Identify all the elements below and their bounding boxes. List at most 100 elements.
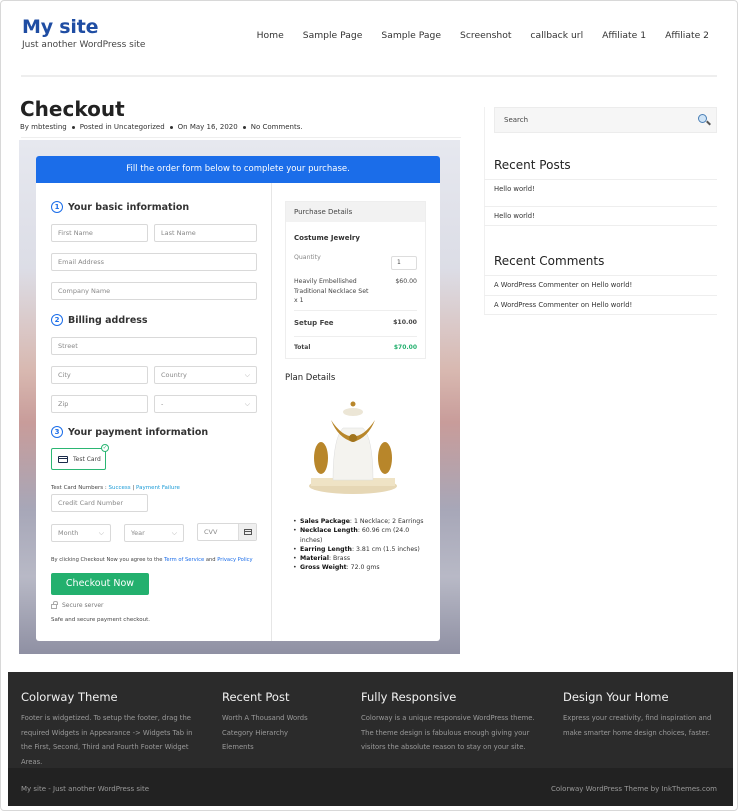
spec-item: Sales Package: 1 Necklace; 2 Earrings — [293, 517, 433, 527]
footer-heading: Fully Responsive — [361, 690, 457, 704]
browser-page: My site Just another WordPress site Home… — [0, 0, 738, 811]
meta-divider — [21, 137, 461, 138]
setup-fee-label: Setup Fee — [294, 319, 334, 327]
comment-author-link[interactable]: A WordPress Commenter — [494, 281, 579, 289]
meta-separator — [169, 125, 173, 129]
page-title: Checkout — [20, 97, 125, 121]
payment-method-test-card[interactable]: Test Card ✓ — [51, 444, 109, 470]
header-divider — [21, 75, 717, 77]
plan-details-heading: Plan Details — [285, 373, 336, 383]
nav-callback-url[interactable]: callback url — [530, 30, 583, 41]
checkout-banner: Fill the order form below to complete yo… — [36, 156, 440, 183]
footer-link[interactable]: Worth A Thousand Words — [222, 711, 342, 726]
section-basic-info: 1 Your basic information — [51, 201, 189, 213]
check-icon: ✓ — [101, 444, 109, 452]
search-input[interactable]: Search — [494, 107, 717, 133]
bust-neck — [343, 408, 363, 416]
footer-bottom-bar: My site - Just another WordPress site Co… — [8, 768, 733, 806]
comment-post-link[interactable]: Hello world! — [591, 301, 632, 309]
state-select[interactable]: - ⌵ — [154, 395, 257, 413]
terms-of-service-link[interactable]: Term of Service — [164, 557, 204, 563]
footer-widgets: Colorway Theme Footer is widgetized. To … — [8, 672, 733, 768]
nav-home[interactable]: Home — [257, 30, 284, 41]
company-input[interactable]: Company Name — [51, 282, 257, 300]
spec-key: Material — [300, 555, 329, 563]
line-item-qty: x 1 — [294, 297, 304, 304]
month-select-value: Month — [58, 529, 79, 537]
secure-server: Secure server — [51, 601, 104, 609]
spec-key: Sales Package — [300, 518, 350, 525]
footer-link[interactable]: Elements — [222, 740, 342, 755]
section-billing: 2 Billing address — [51, 314, 148, 326]
footer-heading: Colorway Theme — [21, 690, 118, 704]
lock-icon — [51, 601, 58, 609]
checkout-hero: Fill the order form below to complete yo… — [19, 140, 460, 654]
chevron-down-icon: ⌵ — [98, 529, 104, 537]
safe-checkout-text: Safe and secure payment checkout. — [51, 617, 150, 623]
privacy-policy-link[interactable]: Privacy Policy — [217, 557, 252, 563]
test-card-label: Test Card Numbers : — [51, 485, 109, 491]
nav-sample-page-1[interactable]: Sample Page — [303, 30, 363, 41]
line-item-name-cont: Traditional Necklace Set — [294, 287, 369, 295]
comment-author-link[interactable]: A WordPress Commenter — [494, 301, 579, 309]
secure-server-label: Secure server — [62, 602, 104, 609]
recent-post-link[interactable]: Hello world! — [484, 206, 717, 226]
footer-site-credit[interactable]: My site - Just another WordPress site — [21, 785, 149, 793]
city-input[interactable]: City — [51, 366, 148, 384]
zip-input[interactable]: Zip — [51, 395, 148, 413]
quantity-input[interactable]: 1 — [391, 256, 417, 270]
card-number-input[interactable]: Credit Card Number — [51, 494, 148, 512]
post-category[interactable]: Posted in Uncategorized — [80, 123, 165, 131]
terms-text: By clicking Checkout Now you agree to th… — [51, 557, 253, 563]
spec-key: Earring Length — [300, 545, 352, 553]
spec-value: : 3.81 cm (1.5 inches) — [351, 545, 420, 553]
post-comments[interactable]: No Comments. — [251, 123, 303, 131]
footer-col-responsive: Fully Responsive Colorway is a unique re… — [361, 690, 543, 755]
nav-affiliate-1[interactable]: Affiliate 1 — [602, 30, 646, 41]
country-select[interactable]: Country ⌵ — [154, 366, 257, 384]
success-link[interactable]: Success — [109, 485, 131, 491]
meta-separator — [71, 125, 75, 129]
purchase-details-heading: Purchase Details — [286, 202, 425, 222]
divider — [294, 336, 417, 337]
comment-post-link[interactable]: Hello world! — [591, 281, 632, 289]
footer-link[interactable]: Category Hierarchy — [222, 726, 342, 741]
site-title[interactable]: My site — [22, 16, 99, 38]
footer-col-recent-post: Recent Post Worth A Thousand Words Categ… — [222, 690, 342, 755]
step-number-icon: 2 — [51, 314, 63, 326]
cvv-input[interactable]: CVV — [197, 523, 257, 541]
payment-failure-link[interactable]: Payment Failure — [136, 485, 180, 491]
recent-comments-heading: Recent Comments — [494, 254, 605, 268]
spec-item: Material: Brass — [293, 554, 433, 564]
section-title: Your payment information — [68, 426, 209, 438]
month-select[interactable]: Month ⌵ — [51, 524, 111, 542]
footer-col-colorway: Colorway Theme Footer is widgetized. To … — [21, 690, 201, 769]
email-input[interactable]: Email Address — [51, 253, 257, 271]
post-author[interactable]: By mbtesting — [20, 123, 67, 131]
spec-key: Gross Weight — [300, 564, 347, 572]
spec-item: Necklace Length: 60.96 cm (24.0 inches) — [293, 526, 433, 545]
nav-affiliate-2[interactable]: Affiliate 2 — [665, 30, 709, 41]
first-name-input[interactable]: First Name — [51, 224, 148, 242]
spec-item: Earring Length: 3.81 cm (1.5 inches) — [293, 545, 433, 555]
section-title: Your basic information — [68, 201, 190, 213]
necklace-pendant — [349, 434, 357, 442]
street-input[interactable]: Street — [51, 337, 257, 355]
recent-comment: A WordPress Commenter on Hello world! — [484, 275, 717, 295]
product-image — [309, 401, 397, 494]
footer-theme-credit[interactable]: Colorway WordPress Theme by InkThemes.co… — [551, 785, 717, 793]
post-meta: By mbtesting Posted in Uncategorized On … — [20, 123, 303, 131]
section-title: Billing address — [68, 314, 148, 326]
last-name-input[interactable]: Last Name — [154, 224, 257, 242]
nav-screenshot[interactable]: Screenshot — [460, 30, 511, 41]
checkout-now-button[interactable]: Checkout Now — [51, 573, 149, 595]
nav-sample-page-2[interactable]: Sample Page — [381, 30, 441, 41]
search-icon[interactable] — [698, 114, 707, 123]
recent-post-link[interactable]: Hello world! — [484, 179, 717, 199]
spec-value: : 1 Necklace; 2 Earrings — [349, 518, 424, 525]
year-select[interactable]: Year ⌵ — [124, 524, 184, 542]
earring-left — [314, 442, 328, 474]
step-number-icon: 1 — [51, 201, 63, 213]
credit-card-icon — [58, 455, 68, 463]
total-row: Total $70.00 — [294, 344, 417, 351]
